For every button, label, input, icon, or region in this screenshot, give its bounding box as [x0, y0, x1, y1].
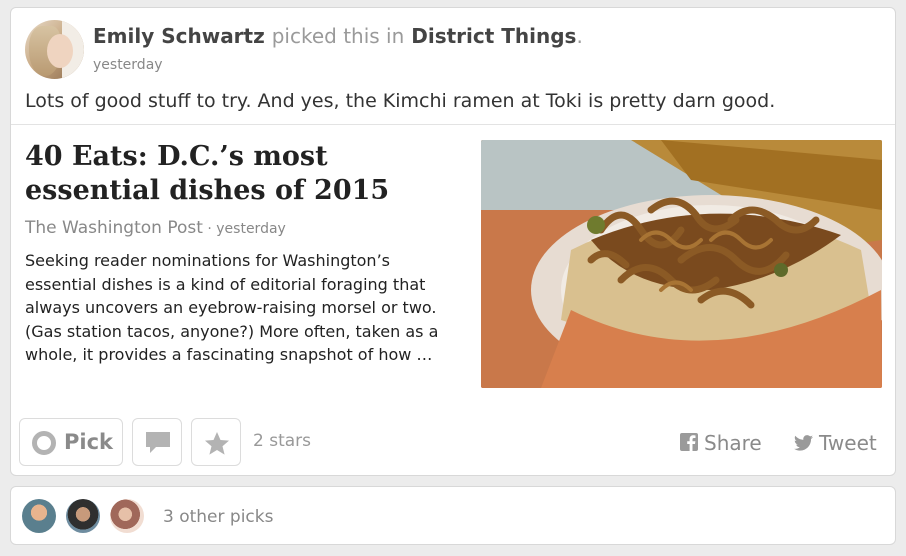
pick-verb: picked this in: [271, 24, 405, 48]
pick-card: Emily Schwartz picked this in District T…: [10, 7, 896, 476]
share-label: Share: [704, 431, 762, 455]
article-source[interactable]: The Washington Post: [25, 218, 203, 238]
share-button[interactable]: Share: [680, 431, 762, 455]
comment-button[interactable]: [132, 418, 182, 466]
twitter-icon: [794, 435, 813, 451]
tweet-label: Tweet: [819, 431, 877, 455]
other-picks-count[interactable]: 3 other picks: [163, 507, 273, 527]
user-avatar[interactable]: [25, 20, 84, 79]
article-title[interactable]: 40 Eats: D.C.’s most essential dishes of…: [25, 140, 445, 208]
comment-icon: [146, 432, 170, 453]
channel-link[interactable]: District Things: [411, 24, 576, 48]
article-excerpt: Seeking reader nominations for Washingto…: [25, 251, 439, 364]
divider: [11, 124, 895, 125]
pick-circle-icon: [32, 431, 56, 455]
picker-avatar[interactable]: [22, 499, 56, 533]
channel-suffix: .: [576, 24, 583, 48]
pick-timestamp: yesterday: [93, 57, 163, 73]
picker-avatar[interactable]: [66, 499, 100, 533]
user-name-link[interactable]: Emily Schwartz: [93, 24, 265, 48]
article-date: yesterday: [216, 221, 286, 237]
star-icon: [205, 432, 229, 455]
star-button[interactable]: [191, 418, 241, 466]
star-count[interactable]: 2 stars: [253, 431, 311, 451]
other-picks-card[interactable]: 3 other picks: [10, 486, 896, 545]
article-image[interactable]: [481, 140, 882, 388]
facebook-icon: [680, 433, 698, 451]
tweet-button[interactable]: Tweet: [794, 431, 877, 455]
source-separator: ·: [202, 221, 217, 237]
article-source-line: The Washington Post · yesterday: [25, 218, 286, 238]
pick-button-label: Pick: [64, 430, 114, 454]
pick-comment: Lots of good stuff to try. And yes, the …: [25, 90, 776, 112]
picker-avatar[interactable]: [110, 499, 144, 533]
pick-button[interactable]: Pick: [19, 418, 123, 466]
attribution-line: Emily Schwartz picked this in District T…: [93, 24, 583, 48]
